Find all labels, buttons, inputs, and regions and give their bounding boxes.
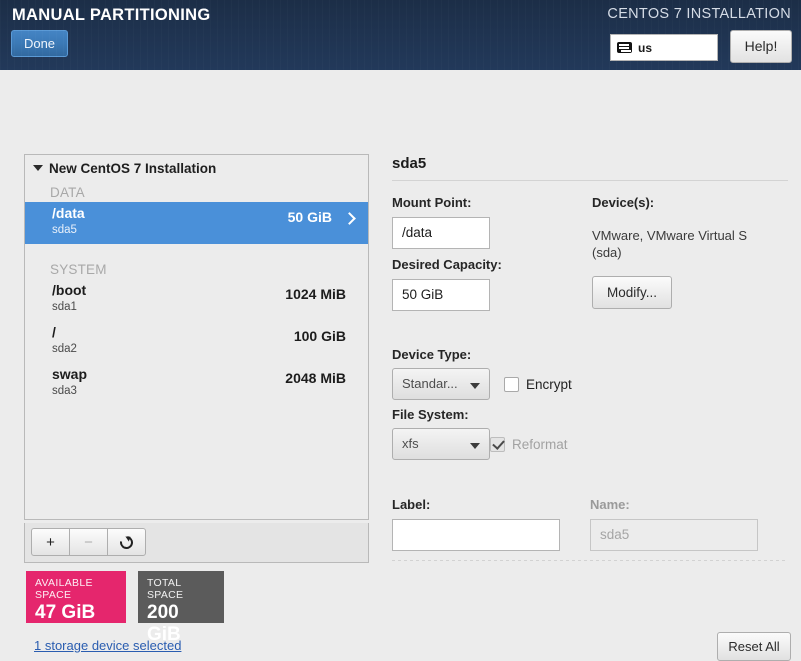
- installation-group-header[interactable]: New CentOS 7 Installation: [25, 155, 368, 181]
- partition-size: 2048 MiB: [285, 370, 346, 386]
- keyboard-icon: [617, 42, 632, 53]
- mount-point-label: Mount Point:: [392, 195, 472, 210]
- partition-device: sda5: [52, 224, 77, 236]
- device-type-value: Standar...: [402, 376, 458, 391]
- available-space-box: AVAILABLE SPACE 47 GiB: [26, 571, 126, 623]
- remove-partition-button[interactable]: −: [69, 528, 108, 556]
- footer-divider: [392, 560, 788, 561]
- desired-capacity-input[interactable]: 50 GiB: [392, 279, 490, 311]
- partition-device: sda1: [52, 301, 77, 313]
- desired-capacity-label: Desired Capacity:: [392, 257, 502, 272]
- name-input[interactable]: sda5: [590, 519, 758, 551]
- reload-icon: [117, 532, 136, 552]
- partition-size: 50 GiB: [287, 209, 332, 225]
- file-system-select[interactable]: xfs: [392, 428, 490, 460]
- partition-size: 1024 MiB: [285, 286, 346, 302]
- triangle-down-icon: [33, 165, 43, 171]
- partition-row-data[interactable]: /data sda5 50 GiB: [25, 202, 368, 244]
- mount-point-input[interactable]: /data: [392, 217, 490, 249]
- add-partition-button[interactable]: +: [31, 528, 70, 556]
- partition-mountpoint: /: [52, 324, 56, 340]
- partition-device: sda3: [52, 385, 77, 397]
- partition-toolbar: + −: [24, 523, 369, 563]
- toolbar-button-group: + −: [31, 528, 146, 556]
- keyboard-layout-selector[interactable]: us: [610, 34, 718, 61]
- encrypt-checkbox-row[interactable]: Encrypt: [504, 377, 572, 392]
- encrypt-label: Encrypt: [526, 377, 572, 392]
- file-system-value: xfs: [402, 436, 419, 451]
- help-button[interactable]: Help!: [730, 30, 792, 63]
- partition-list: New CentOS 7 Installation DATA /data sda…: [24, 154, 369, 520]
- group-label-system: SYSTEM: [50, 262, 107, 277]
- partition-size: 100 GiB: [293, 328, 346, 344]
- done-button[interactable]: Done: [11, 30, 68, 57]
- device-type-label: Device Type:: [392, 347, 472, 362]
- partition-detail-panel: sda5 Mount Point: /data Desired Capacity…: [392, 155, 788, 551]
- storage-devices-link[interactable]: 1 storage device selected: [34, 638, 181, 653]
- total-space-box: TOTAL SPACE 200 GiB: [138, 571, 224, 645]
- partition-mountpoint: /boot: [52, 282, 87, 298]
- reformat-checkbox[interactable]: [490, 437, 505, 452]
- name-field-label: Name:: [590, 497, 630, 512]
- reformat-label: Reformat: [512, 437, 568, 452]
- file-system-label: File System:: [392, 407, 469, 422]
- page-title: MANUAL PARTITIONING: [12, 6, 211, 24]
- partition-device: sda2: [52, 343, 77, 355]
- reset-all-button[interactable]: Reset All: [717, 632, 791, 661]
- keyboard-layout-label: us: [638, 40, 653, 55]
- device-type-select[interactable]: Standar...: [392, 368, 490, 400]
- product-title: CENTOS 7 INSTALLATION: [607, 6, 791, 22]
- chevron-down-icon: [470, 383, 480, 389]
- modify-button[interactable]: Modify...: [592, 276, 672, 309]
- detail-divider: [392, 180, 788, 181]
- devices-value: VMware, VMware Virtual S (sda): [592, 228, 748, 260]
- reload-partitions-button[interactable]: [107, 528, 146, 556]
- partition-row-boot[interactable]: /boot sda1 1024 MiB: [25, 279, 368, 321]
- available-space-value: 47 GiB: [35, 602, 96, 623]
- partition-row-swap[interactable]: swap sda3 2048 MiB: [25, 363, 368, 405]
- group-label-data: DATA: [50, 185, 85, 200]
- partition-row-root[interactable]: / sda2 100 GiB: [25, 321, 368, 363]
- available-space-caption: AVAILABLE SPACE: [35, 577, 93, 601]
- reformat-checkbox-row[interactable]: Reformat: [490, 437, 568, 452]
- devices-label: Device(s):: [592, 195, 655, 210]
- label-field-label: Label:: [392, 497, 431, 512]
- main-content: New CentOS 7 Installation DATA /data sda…: [0, 70, 801, 661]
- total-space-caption: TOTAL SPACE: [147, 577, 184, 601]
- detail-title: sda5: [392, 155, 427, 172]
- partition-mountpoint: swap: [52, 366, 88, 382]
- installation-group-label: New CentOS 7 Installation: [49, 160, 217, 176]
- encrypt-checkbox[interactable]: [504, 377, 519, 392]
- label-input[interactable]: [392, 519, 560, 551]
- chevron-right-icon: [343, 212, 356, 225]
- chevron-down-icon: [470, 443, 480, 449]
- partition-mountpoint: /data: [52, 205, 85, 221]
- app-header: MANUAL PARTITIONING CENTOS 7 INSTALLATIO…: [0, 0, 801, 70]
